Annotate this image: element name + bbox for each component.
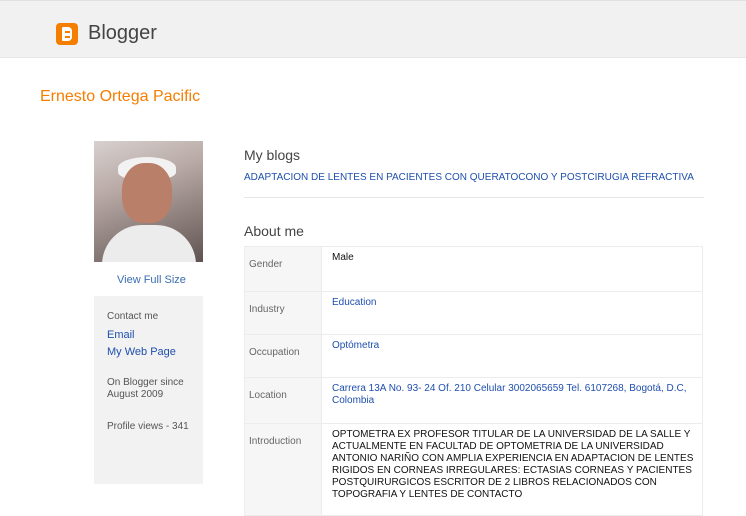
about-row-industry: Industry Education [244, 291, 703, 335]
occupation-label: Occupation [244, 334, 322, 378]
gender-value: Male [321, 246, 703, 292]
introduction-label: Introduction [244, 423, 322, 516]
introduction-value: OPTOMETRA EX PROFESOR TITULAR DE LA UNIV… [321, 423, 703, 516]
introduction-line: ANTONIO NARIÑO CON AMPLIA EXPERIENCIA EN… [332, 453, 694, 464]
blogger-since-label: On Blogger since [107, 377, 184, 388]
location-label: Location [244, 377, 322, 424]
web-page-link[interactable]: My Web Page [107, 346, 176, 358]
profile-name: Ernesto Ortega Pacific [40, 88, 201, 105]
about-me-title: About me [244, 223, 304, 239]
occupation-link[interactable]: Optómetra [321, 334, 703, 378]
about-row-location: Location Carrera 13A No. 93- 24 Of. 210 … [244, 377, 703, 424]
industry-link[interactable]: Education [321, 291, 703, 335]
introduction-line: ACTUALMENTE EN FACULTAD DE OPTOMETRIA DE… [332, 441, 664, 452]
location-line-1[interactable]: Carrera 13A No. 93- 24 Of. 210 Celular 3… [332, 383, 702, 395]
section-divider [244, 197, 704, 198]
introduction-line: TOPOGRAFIA Y LENTES DE CONTACTO [332, 489, 523, 500]
my-blogs-title: My blogs [244, 147, 301, 163]
introduction-line: OPTOMETRA EX PROFESOR TITULAR DE LA UNIV… [332, 429, 691, 440]
view-full-size-link[interactable]: View Full Size [117, 274, 186, 286]
about-row-occupation: Occupation Optómetra [244, 334, 703, 378]
photo-face [122, 163, 172, 223]
gender-label: Gender [244, 246, 322, 292]
about-row-introduction: Introduction OPTOMETRA EX PROFESOR TITUL… [244, 423, 703, 516]
email-link[interactable]: Email [107, 329, 135, 341]
blogger-b-glyph-icon [62, 27, 72, 41]
blogger-logo-icon[interactable] [56, 23, 78, 45]
industry-label: Industry [244, 291, 322, 335]
blog-link[interactable]: ADAPTACION DE LENTES EN PACIENTES CON QU… [244, 172, 694, 183]
about-row-gender: Gender Male [244, 246, 703, 292]
blogger-since-date: August 2009 [107, 389, 164, 400]
location-line-2[interactable]: Colombia [332, 395, 702, 407]
introduction-line: RIGIDOS EN CORNEAS IRREGULARES: ECTASIAS… [332, 465, 692, 476]
location-link[interactable]: Carrera 13A No. 93- 24 Of. 210 Celular 3… [321, 377, 703, 424]
brand-name[interactable]: Blogger [88, 22, 157, 45]
profile-views: Profile views - 341 [107, 421, 189, 432]
contact-me-label: Contact me [107, 311, 159, 322]
about-me-table: Gender Male Industry Education Occupatio… [244, 246, 703, 516]
profile-photo[interactable] [94, 141, 203, 262]
introduction-line: POSTQUIRURGICOS ESCRITOR DE 2 LIBROS REL… [332, 477, 657, 488]
